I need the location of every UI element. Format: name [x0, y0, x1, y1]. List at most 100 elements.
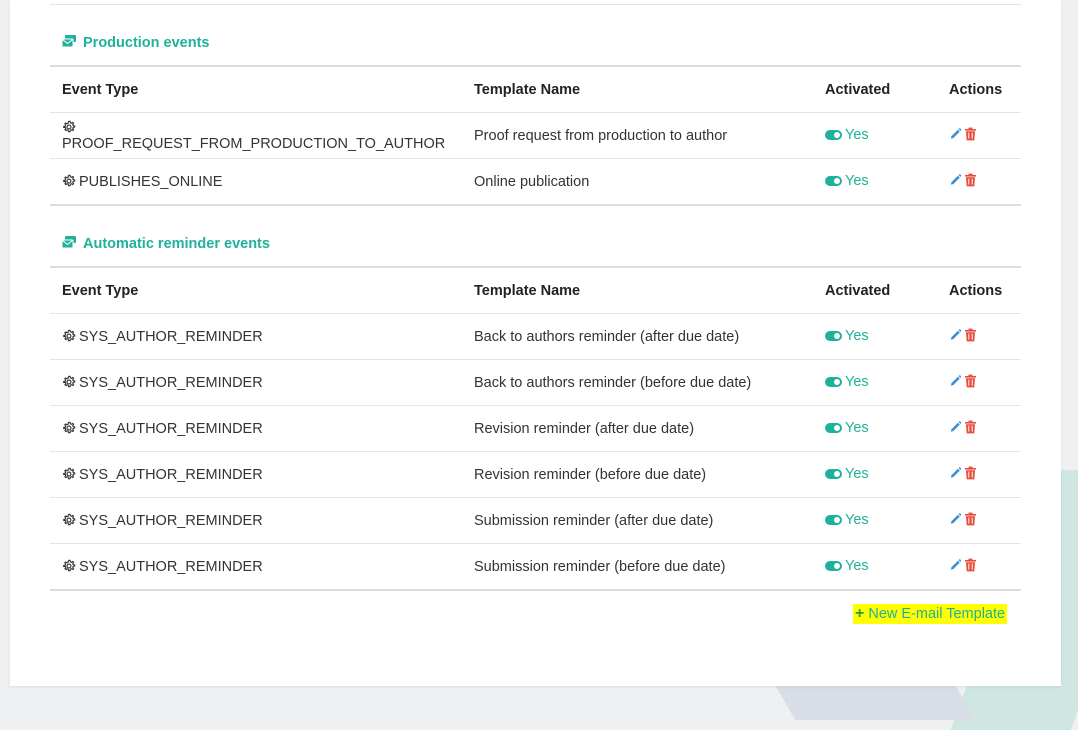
actions-cell — [937, 112, 1021, 159]
new-email-template-label: New E-mail Template — [868, 606, 1006, 622]
template-name-text: Proof request from production to author — [474, 127, 728, 144]
event-type-cell: PROOF_REQUEST_FROM_PRODUCTION_TO_AUTHOR — [50, 112, 462, 159]
actions-cell — [937, 451, 1021, 498]
pencil-icon[interactable] — [949, 173, 962, 187]
event-type-text: SYS_AUTHOR_REMINDER — [79, 328, 263, 345]
activated-status[interactable]: Yes — [825, 328, 869, 344]
envelopes-icon — [61, 34, 77, 52]
trash-icon[interactable] — [964, 374, 977, 388]
table-row: SYS_AUTHOR_REMINDER Back to authors remi… — [50, 359, 1021, 406]
trash-icon[interactable] — [964, 512, 977, 526]
template-name-text: Online publication — [474, 173, 590, 190]
activated-text: Yes — [845, 466, 869, 482]
template-name-cell: Revision reminder (after due date) — [462, 405, 813, 452]
toggle-on-icon — [825, 469, 842, 479]
activated-cell: Yes — [813, 359, 937, 406]
gear-icon — [63, 375, 76, 387]
trash-icon[interactable] — [964, 127, 977, 141]
template-name-text: Back to authors reminder (after due date… — [474, 328, 740, 345]
template-name-text: Back to authors reminder (before due dat… — [474, 374, 752, 391]
activated-cell: Yes — [813, 497, 937, 544]
pencil-icon[interactable] — [949, 127, 962, 141]
event-type-text: PROOF_REQUEST_FROM_PRODUCTION_TO_AUTHOR — [62, 135, 446, 152]
event-type-cell: SYS_AUTHOR_REMINDER — [50, 497, 462, 544]
template-name-cell: Revision reminder (before due date) — [462, 451, 813, 498]
trash-icon[interactable] — [964, 558, 977, 572]
column-header-actions: Actions — [937, 266, 1021, 314]
divider — [50, 4, 1021, 5]
gear-icon — [63, 559, 76, 571]
event-type-cell: SYS_AUTHOR_REMINDER — [50, 313, 462, 360]
section-title-production: Production events — [61, 33, 210, 53]
activated-status[interactable]: Yes — [825, 173, 869, 189]
event-type-cell: SYS_AUTHOR_REMINDER — [50, 543, 462, 591]
activated-status[interactable]: Yes — [825, 466, 869, 482]
event-type-cell: SYS_AUTHOR_REMINDER — [50, 359, 462, 406]
reminder-events-table: Event Type Template Name Activated Actio… — [50, 266, 1021, 591]
template-name-text: Revision reminder (after due date) — [474, 420, 695, 437]
activated-status[interactable]: Yes — [825, 512, 869, 528]
toggle-on-icon — [825, 331, 842, 341]
event-type-text: SYS_AUTHOR_REMINDER — [79, 512, 263, 529]
section-title-reminders: Automatic reminder events — [61, 234, 270, 254]
activated-status[interactable]: Yes — [825, 374, 869, 390]
envelopes-icon — [61, 235, 77, 253]
email-templates-panel: Production events Event Type Template Na… — [10, 0, 1061, 686]
trash-icon[interactable] — [964, 466, 977, 480]
trash-icon[interactable] — [964, 328, 977, 342]
event-type-text: SYS_AUTHOR_REMINDER — [79, 374, 263, 391]
pencil-icon[interactable] — [949, 328, 962, 342]
production-events-table: Event Type Template Name Activated Actio… — [50, 65, 1021, 206]
column-header-activated: Activated — [813, 65, 937, 113]
toggle-on-icon — [825, 515, 842, 525]
column-header-template-name: Template Name — [462, 266, 813, 314]
table-row: PUBLISHES_ONLINE Online publication Yes — [50, 158, 1021, 206]
event-type-text: PUBLISHES_ONLINE — [79, 173, 223, 190]
template-name-text: Submission reminder (after due date) — [474, 512, 714, 529]
activated-text: Yes — [845, 173, 869, 189]
activated-status[interactable]: Yes — [825, 420, 869, 436]
template-name-text: Revision reminder (before due date) — [474, 466, 707, 483]
actions-cell — [937, 405, 1021, 452]
activated-text: Yes — [845, 512, 869, 528]
gear-icon — [63, 120, 76, 132]
activated-text: Yes — [845, 374, 869, 390]
pencil-icon[interactable] — [949, 420, 962, 434]
toggle-on-icon — [825, 176, 842, 186]
pencil-icon[interactable] — [949, 558, 962, 572]
activated-status[interactable]: Yes — [825, 558, 869, 574]
actions-cell — [937, 543, 1021, 591]
plus-icon: + — [855, 605, 865, 622]
pencil-icon[interactable] — [949, 512, 962, 526]
pencil-icon[interactable] — [949, 374, 962, 388]
activated-text: Yes — [845, 558, 869, 574]
new-email-template-button[interactable]: + New E-mail Template — [853, 604, 1008, 624]
toggle-on-icon — [825, 561, 842, 571]
event-type-text: SYS_AUTHOR_REMINDER — [79, 466, 263, 483]
event-type-text: SYS_AUTHOR_REMINDER — [79, 558, 263, 575]
section-title-text: Automatic reminder events — [83, 236, 270, 252]
actions-cell — [937, 497, 1021, 544]
toggle-on-icon — [825, 377, 842, 387]
event-type-cell: SYS_AUTHOR_REMINDER — [50, 451, 462, 498]
event-type-cell: SYS_AUTHOR_REMINDER — [50, 405, 462, 452]
column-header-template-name: Template Name — [462, 65, 813, 113]
actions-cell — [937, 313, 1021, 360]
table-row: PROOF_REQUEST_FROM_PRODUCTION_TO_AUTHOR … — [50, 112, 1021, 159]
table-row: SYS_AUTHOR_REMINDER Submission reminder … — [50, 497, 1021, 544]
actions-cell — [937, 359, 1021, 406]
template-name-cell: Submission reminder (before due date) — [462, 543, 813, 591]
activated-text: Yes — [845, 127, 869, 143]
trash-icon[interactable] — [964, 420, 977, 434]
activated-cell: Yes — [813, 158, 937, 206]
activated-cell: Yes — [813, 451, 937, 498]
template-name-cell: Back to authors reminder (after due date… — [462, 313, 813, 360]
pencil-icon[interactable] — [949, 466, 962, 480]
gear-icon — [63, 174, 76, 186]
template-name-cell: Online publication — [462, 158, 813, 206]
template-name-text: Submission reminder (before due date) — [474, 558, 726, 575]
activated-status[interactable]: Yes — [825, 127, 869, 143]
table-row: SYS_AUTHOR_REMINDER Revision reminder (a… — [50, 405, 1021, 452]
event-type-text: SYS_AUTHOR_REMINDER — [79, 420, 263, 437]
trash-icon[interactable] — [964, 173, 977, 187]
